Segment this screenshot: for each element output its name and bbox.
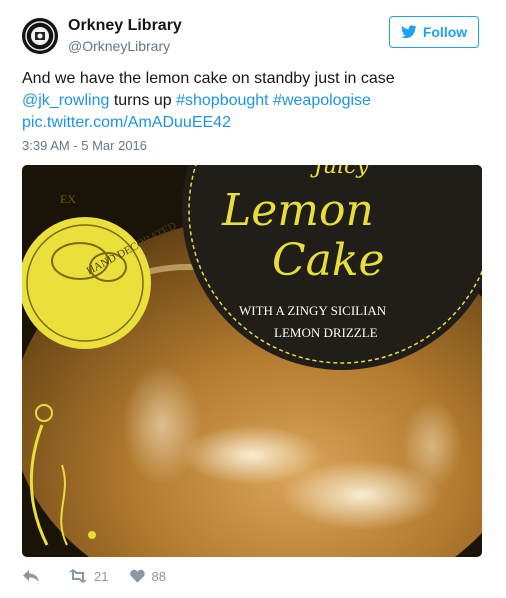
badge-text: EX [60,192,76,206]
retweet-icon [69,569,87,583]
hashtag-link-shopbought[interactable]: #shopbought [176,92,269,109]
lemon-cake-photo: EX HAND DECORATED Juicy Lemon Cake WITH … [22,165,482,557]
account-handle[interactable]: @OrkneyLibrary [68,38,170,54]
mention-link[interactable]: @jk_rowling [22,92,109,109]
tweet-middle: turns up [109,92,177,109]
heart-icon [130,569,146,583]
subtitle-line2: LEMON DRIZZLE [274,325,378,340]
avatar[interactable] [22,18,58,54]
library-seal-icon [22,18,58,54]
reply-icon [23,570,39,582]
like-count: 88 [151,568,166,584]
subtitle-line1: WITH A ZINGY SICILIAN [239,303,387,318]
tweet-actions: 21 88 [22,566,188,586]
tweet-text: And we have the lemon cake on standby ju… [22,68,482,134]
follow-button[interactable]: Follow [389,16,479,48]
title-partial: Juicy [310,165,369,179]
retweet-count: 21 [94,568,109,584]
reply-button[interactable] [22,569,46,583]
title-cake: Cake [272,235,385,286]
hashtag-link-weapologise[interactable]: #weapologise [273,92,371,109]
account-name[interactable]: Orkney Library [68,17,182,35]
timestamp[interactable]: 3:39 AM - 5 Mar 2016 [22,138,147,153]
tweet-line1: And we have the lemon cake on standby ju… [22,70,395,87]
tweet-photo[interactable]: EX HAND DECORATED Juicy Lemon Cake WITH … [22,165,482,557]
follow-label: Follow [422,24,468,40]
like-button[interactable]: 88 [130,568,166,584]
twitter-bird-icon [400,25,417,39]
pic-link[interactable]: pic.twitter.com/AmADuuEE42 [22,114,231,131]
retweet-button[interactable]: 21 [68,569,108,584]
tweet-card: Orkney Library @OrkneyLibrary Follow And… [0,0,506,598]
title-lemon: Lemon [221,185,374,236]
